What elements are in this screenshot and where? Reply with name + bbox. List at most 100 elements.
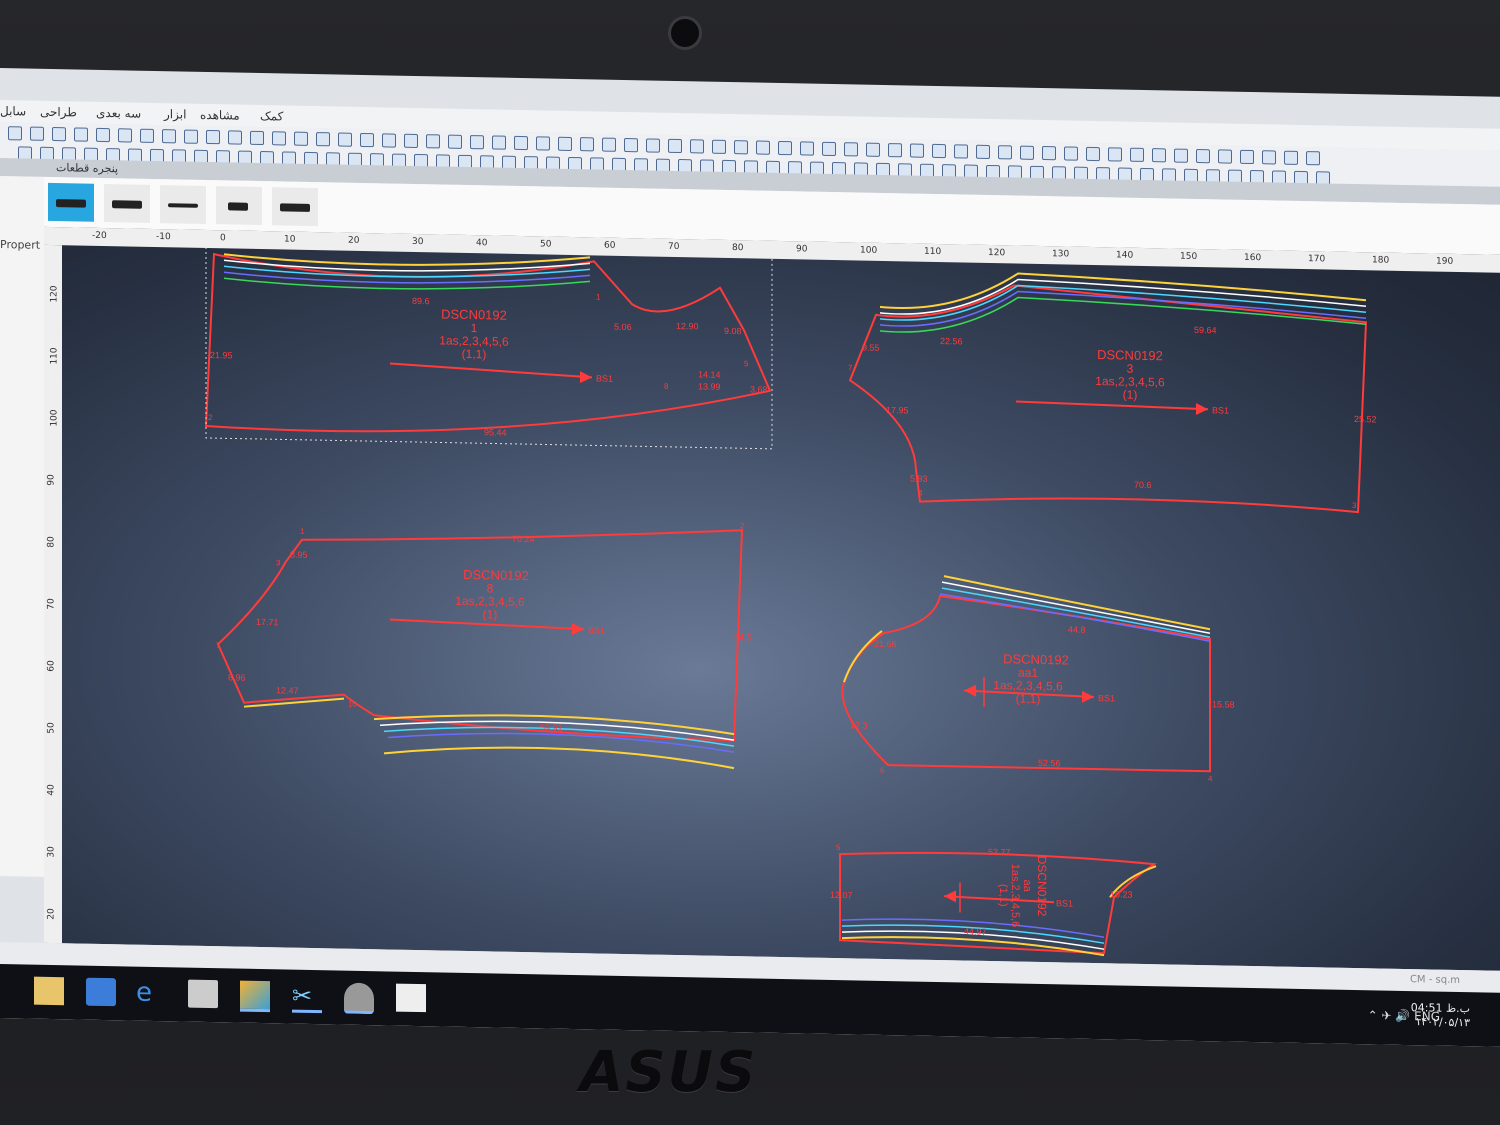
toolbar-tool-icon[interactable]	[602, 137, 616, 152]
menu-item-design[interactable]: طراحی	[40, 105, 77, 120]
toolbar-tool-icon[interactable]	[734, 140, 748, 155]
toolbar-tool-icon[interactable]	[624, 137, 638, 153]
scissors-icon[interactable]: ✂	[292, 981, 322, 1014]
clock[interactable]: 04:51 ب.ظ ۱۴۰۲/۰۵/۱۳	[1411, 1001, 1470, 1030]
toolbar-tool-icon[interactable]	[998, 145, 1012, 160]
toolbar-tool-icon[interactable]	[118, 128, 132, 143]
ruler-y-tick: 20	[46, 908, 57, 920]
toolbar-tool-icon[interactable]	[316, 132, 330, 147]
piece-3-point-1: 3	[1352, 501, 1357, 510]
toolbar-tool-icon[interactable]	[646, 138, 660, 153]
thumb-piece-2[interactable]	[104, 183, 150, 223]
toolbar-tool-icon[interactable]	[976, 144, 990, 160]
piece-aa-name: DSCN0192	[1035, 856, 1049, 917]
toolbar-tool-icon[interactable]	[932, 143, 946, 159]
properties-label[interactable]: Propert	[0, 238, 40, 252]
toolbar-tool-icon[interactable]	[1152, 148, 1166, 163]
toolbar-tool-icon[interactable]	[888, 143, 902, 158]
store-icon[interactable]	[188, 979, 218, 1009]
cad-app-icon[interactable]	[240, 980, 270, 1013]
toolbar-tool-icon[interactable]	[712, 139, 726, 154]
toolbar-tool-icon[interactable]	[580, 137, 594, 152]
toolbar-tool-icon[interactable]	[1130, 147, 1144, 162]
toolbar-tool-icon[interactable]	[140, 128, 154, 143]
pattern-piece-1[interactable]: DSCN0192 1 1as,2,3,4,5,6 (1,1) BS1 89.6 …	[204, 243, 773, 450]
toolbar-tool-icon[interactable]	[162, 129, 176, 144]
edge-icon[interactable]: e	[136, 978, 166, 1008]
piece-aa-sizes: 1as,2,3,4,5,6	[1009, 864, 1021, 928]
toolbar-tool-icon[interactable]	[426, 134, 440, 149]
toolbar-tool-icon[interactable]	[1174, 148, 1188, 163]
toolbar-tool-icon[interactable]	[844, 142, 858, 157]
toolbar-tool-icon[interactable]	[690, 139, 704, 154]
toolbar-tool-icon[interactable]	[52, 126, 66, 142]
pattern-app-icon[interactable]	[344, 982, 374, 1015]
toolbar-tool-icon[interactable]	[360, 132, 374, 148]
toolbar-tool-icon[interactable]	[74, 127, 88, 142]
toolbar-tool-icon[interactable]	[1064, 146, 1078, 161]
toolbar-tool-icon[interactable]	[866, 142, 880, 157]
file-explorer-icon[interactable]	[34, 976, 64, 1006]
toolbar-tool-icon[interactable]	[184, 129, 198, 144]
pattern-piece-8[interactable]: DSCN0192 8 1as,2,3,4,5,6 (1) BS1 70.24 8…	[216, 511, 752, 770]
menu-item-view[interactable]: مشاهده	[200, 108, 240, 123]
drawing-canvas[interactable]: DSCN0192 1 1as,2,3,4,5,6 (1,1) BS1 89.6 …	[44, 226, 1500, 971]
menu-item-3d[interactable]: سه بعدی	[96, 106, 141, 121]
toolbar-tool-icon[interactable]	[778, 140, 792, 156]
thumb-piece-4[interactable]	[216, 186, 262, 226]
app-icon[interactable]	[86, 977, 116, 1007]
toolbar-tool-icon[interactable]	[250, 130, 264, 146]
toolbar-tool-icon[interactable]	[1196, 148, 1210, 164]
toolbar-tool-icon[interactable]	[514, 135, 528, 151]
thumb-piece-3[interactable]	[160, 185, 206, 224]
toolbar-tool-icon[interactable]	[404, 133, 418, 149]
toolbar-tool-icon[interactable]	[294, 131, 308, 146]
pattern-piece-aa1[interactable]: DSCN0192 aa1 1as,2,3,4,5,6 (1,1) BS1 21.…	[841, 574, 1235, 784]
toolbar-tool-icon[interactable]	[470, 135, 484, 150]
piece-1-dim-4: 9.08	[724, 326, 742, 336]
toolbar-tool-icon[interactable]	[536, 136, 550, 151]
ruler-y-tick: 30	[46, 846, 57, 858]
panel-title: پنجره قطعات	[56, 161, 119, 176]
toolbar-tool-icon[interactable]	[1020, 145, 1034, 160]
toolbar-tool-icon[interactable]	[206, 129, 220, 145]
pattern-piece-aa[interactable]: DSCN0192 aa 1as,2,3,4,5,6 (1,1) BS1 52.7…	[830, 843, 1157, 957]
toolbar-tool-icon[interactable]	[910, 143, 924, 158]
toolbar-tool-icon[interactable]	[1284, 150, 1298, 165]
toolbar-tool-icon[interactable]	[492, 135, 506, 150]
menu-item-help[interactable]: کمک	[260, 109, 283, 123]
ruler-x-tick: 180	[1372, 255, 1390, 266]
toolbar-tool-icon[interactable]	[228, 130, 242, 145]
toolbar-tool-icon[interactable]	[1240, 149, 1254, 165]
toolbar-tool-icon[interactable]	[448, 134, 462, 149]
toolbar-tool-icon[interactable]	[8, 126, 22, 141]
thumb-piece-1[interactable]	[48, 182, 94, 222]
toolbar-tool-icon[interactable]	[558, 136, 572, 151]
toolbar-tool-icon[interactable]	[30, 126, 44, 141]
piece-1-dim-7: 14.14	[698, 369, 721, 379]
network-icon[interactable]: ⌃ ✈ 🔊	[1368, 1008, 1411, 1023]
piece-3-point-3: 7	[848, 363, 853, 372]
mail-icon[interactable]	[396, 983, 426, 1013]
toolbar-tool-icon[interactable]	[1086, 146, 1100, 162]
ruler-x-tick: 120	[988, 247, 1006, 259]
toolbar-tool-icon[interactable]	[338, 132, 352, 147]
menu-item-tools[interactable]: ابزار	[164, 107, 186, 121]
toolbar-tool-icon[interactable]	[382, 133, 396, 148]
toolbar-tool-icon[interactable]	[756, 140, 770, 155]
toolbar-tool-icon[interactable]	[1108, 147, 1122, 162]
toolbar-tool-icon[interactable]	[1306, 151, 1320, 166]
toolbar-tool-icon[interactable]	[822, 141, 836, 157]
menu-item-file[interactable]: سابل	[0, 104, 26, 119]
toolbar-tool-icon[interactable]	[1218, 149, 1232, 164]
toolbar-tool-icon[interactable]	[96, 127, 110, 143]
toolbar-tool-icon[interactable]	[1262, 150, 1276, 165]
toolbar-tool-icon[interactable]	[1042, 146, 1056, 161]
thumb-piece-5[interactable]	[272, 187, 318, 227]
toolbar-tool-icon[interactable]	[800, 141, 814, 156]
toolbar-tool-icon[interactable]	[668, 138, 682, 154]
toolbar-tool-icon[interactable]	[272, 131, 286, 146]
ruler-x-tick: 80	[732, 243, 744, 254]
toolbar-tool-icon[interactable]	[954, 144, 968, 159]
pattern-piece-3[interactable]: DSCN0192 3 1as,2,3,4,5,6 (1) BS1 22.56 5…	[848, 270, 1377, 514]
